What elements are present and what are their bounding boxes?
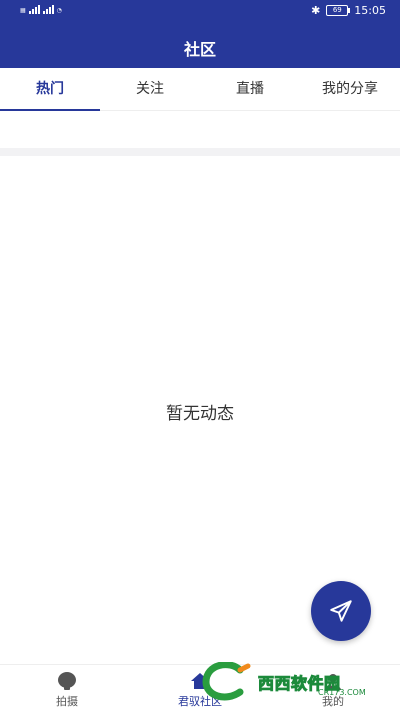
sim-icon: ▦: [20, 7, 26, 14]
app-header: ▦ ◔ ✱ 69 15:05 社区: [0, 0, 400, 68]
tab-label: 热门: [36, 81, 64, 97]
clock: 15:05: [354, 4, 386, 17]
watermark-logo: [202, 662, 251, 701]
empty-state-text: 暂无动态: [166, 404, 234, 424]
watermark-sub: CR173.COM: [318, 688, 366, 697]
tab-label: 关注: [136, 81, 164, 97]
tab-my-shares[interactable]: 我的分享: [300, 68, 400, 110]
tab-following[interactable]: 关注: [100, 68, 200, 110]
section-divider: [0, 148, 400, 156]
send-icon: [330, 600, 352, 622]
status-right: ✱ 69 15:05: [311, 4, 386, 17]
tab-live[interactable]: 直播: [200, 68, 300, 110]
tab-label: 我的分享: [322, 81, 378, 97]
status-bar: ▦ ◔ ✱ 69 15:05: [0, 0, 400, 22]
camera-icon: [58, 672, 76, 690]
battery-icon: 69: [326, 5, 351, 16]
post-button[interactable]: [311, 581, 371, 641]
nav-item-shoot[interactable]: 拍摄: [0, 669, 134, 709]
tab-label: 直播: [236, 81, 264, 97]
tab-active-indicator: [0, 109, 100, 111]
signal-indicators: ▦ ◔: [20, 5, 62, 14]
wifi-icon: ◔: [56, 7, 62, 14]
bluetooth-icon: ✱: [311, 4, 321, 17]
watermark: 西西软件园 CR173.COM: [200, 662, 385, 702]
battery-level: 69: [332, 6, 342, 14]
tab-bar: 热门 关注 直播 我的分享: [0, 68, 400, 111]
signal-bars-icon-2: [42, 5, 54, 14]
signal-bars-icon: [28, 5, 40, 14]
tab-hot[interactable]: 热门: [0, 68, 100, 110]
page-title: 社区: [183, 40, 216, 59]
nav-label: 拍摄: [56, 695, 78, 708]
